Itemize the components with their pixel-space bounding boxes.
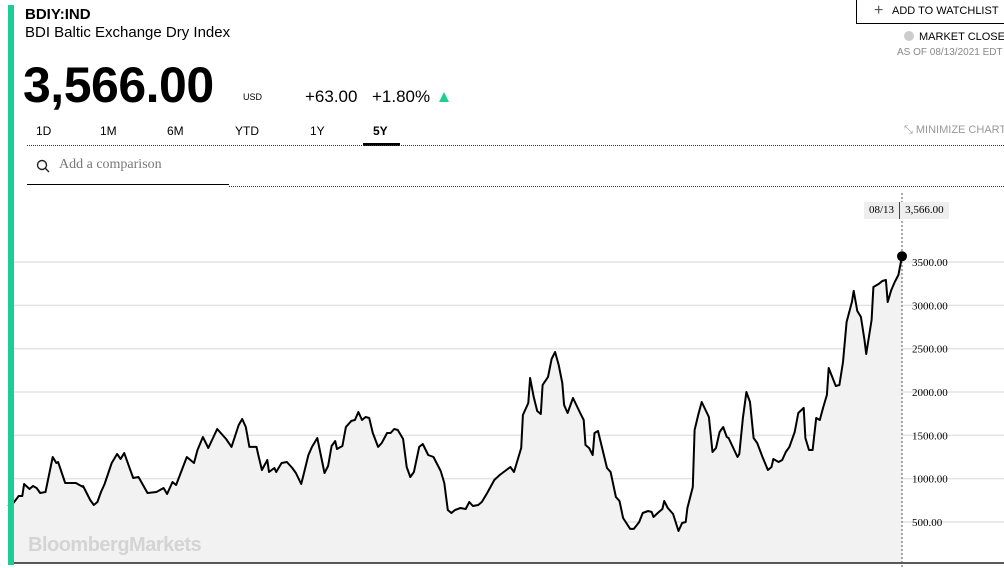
last-price-marker[interactable]	[897, 251, 907, 262]
minimize-chart-button[interactable]: ⤡ MINIMIZE CHART	[904, 124, 1004, 137]
chart-tooltip: 08/13 3,566.00	[864, 202, 949, 219]
minimize-icon: ⤡	[904, 124, 913, 136]
y-tick-label: 500.00	[912, 517, 943, 529]
search-underline	[27, 184, 229, 185]
market-status-dot-icon	[904, 31, 914, 41]
plus-icon: +	[874, 2, 884, 19]
tabs-divider	[27, 145, 1004, 146]
watchlist-label: ADD TO WATCHLIST	[892, 5, 999, 17]
as-of-date: AS OF 08/13/2021 EDT	[897, 47, 1003, 58]
search-icon	[36, 159, 50, 173]
market-status: MARKET CLOSED	[919, 31, 1004, 43]
tab-1y[interactable]: 1Y	[310, 124, 325, 138]
y-tick-label: 1500.00	[912, 430, 948, 442]
price-change-percent: +1.80%	[372, 87, 431, 106]
tab-1d[interactable]: 1D	[36, 124, 51, 138]
y-tick-label: 2000.00	[912, 387, 948, 399]
y-tick-label: 3000.00	[912, 300, 948, 312]
tab-1m[interactable]: 1M	[100, 124, 117, 138]
accent-bar	[8, 5, 14, 565]
currency-label: USD	[243, 92, 263, 102]
y-tick-label: 2500.00	[912, 344, 948, 356]
price-area-fill	[8, 256, 902, 563]
security-name: BDI Baltic Exchange Dry Index	[25, 24, 231, 41]
bloomberg-markets-watermark: BloombergMarkets	[28, 534, 202, 556]
y-tick-label: 3500.00	[912, 257, 948, 269]
tab-ytd[interactable]: YTD	[235, 124, 259, 138]
tooltip-value: 3,566.00	[905, 204, 944, 216]
tab-5y[interactable]: 5Y	[373, 124, 388, 138]
comparison-search-input[interactable]: Add a comparison	[59, 157, 162, 173]
y-axis-ticks: 500.00 1000.00 1500.00 2000.00 2500.00 3000.0…	[912, 257, 948, 529]
price-change: +63.00	[305, 87, 358, 106]
add-to-watchlist-button[interactable]: + ADD TO WATCHLIST	[856, 0, 1004, 24]
y-tick-label: 1000.00	[912, 474, 948, 486]
tooltip-date: 08/13	[869, 204, 895, 216]
price-value: 3,566.00	[23, 57, 214, 113]
search-divider	[229, 186, 1004, 187]
up-arrow-icon	[439, 92, 449, 102]
minimize-label: MINIMIZE CHART	[915, 124, 1004, 136]
ticker-symbol: BDIY:IND	[25, 6, 91, 23]
tab-6m[interactable]: 6M	[167, 124, 184, 138]
